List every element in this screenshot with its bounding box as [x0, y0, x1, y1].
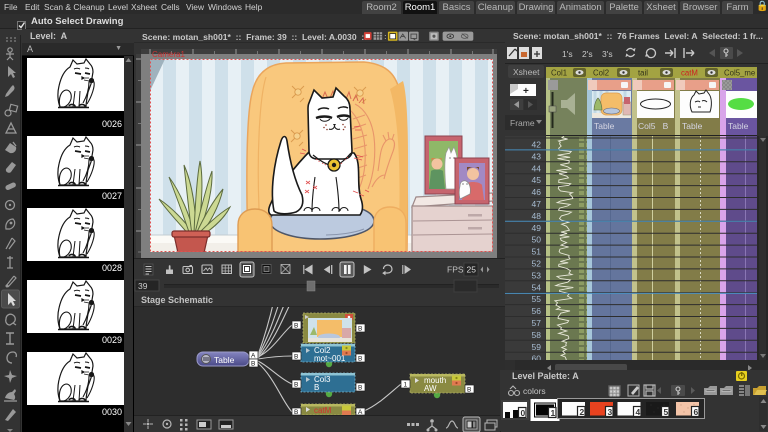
- svg-text:58: 58: [532, 330, 542, 340]
- svg-text:B: B: [358, 326, 362, 333]
- svg-text:tail: tail: [638, 69, 648, 78]
- svg-text:44: 44: [532, 163, 542, 173]
- svg-text:mot~001: mot~001: [314, 354, 346, 363]
- svg-text:2's: 2's: [582, 49, 593, 59]
- svg-text:6: 6: [694, 407, 699, 417]
- svg-text:B: B: [314, 383, 319, 392]
- svg-text:46: 46: [532, 187, 542, 197]
- svg-text:2: 2: [580, 407, 585, 417]
- svg-text:B: B: [467, 387, 471, 394]
- svg-text:55: 55: [532, 294, 542, 304]
- svg-text:Table: Table: [728, 121, 749, 131]
- svg-text:Table: Table: [214, 355, 235, 365]
- svg-text:B: B: [294, 354, 298, 361]
- svg-text:4: 4: [636, 407, 641, 417]
- svg-text:1's: 1's: [562, 49, 573, 59]
- svg-text:42: 42: [532, 140, 542, 150]
- svg-text:1: 1: [551, 408, 556, 418]
- svg-text:Col2: Col2: [593, 69, 609, 78]
- svg-text:54: 54: [532, 282, 542, 292]
- svg-text:48: 48: [532, 211, 542, 221]
- svg-text:B: B: [251, 361, 255, 368]
- svg-text:56: 56: [532, 306, 542, 316]
- svg-text:3's: 3's: [602, 49, 613, 59]
- svg-text:47: 47: [532, 199, 542, 209]
- svg-text:B: B: [358, 385, 362, 392]
- svg-text:3: 3: [608, 407, 613, 417]
- svg-text:AW: AW: [424, 384, 437, 393]
- svg-text:catM: catM: [314, 406, 332, 415]
- svg-text:Col5_me: Col5_me: [724, 69, 755, 78]
- svg-text:50: 50: [532, 235, 542, 245]
- svg-text:Table: Table: [594, 121, 615, 131]
- svg-text:A: A: [251, 353, 256, 360]
- svg-text:51: 51: [532, 247, 542, 257]
- svg-text:+: +: [523, 86, 529, 97]
- svg-text:Frame: Frame: [510, 118, 535, 128]
- svg-text:52: 52: [532, 259, 542, 269]
- svg-text:FPS: FPS: [447, 265, 464, 275]
- svg-text:45: 45: [532, 175, 542, 185]
- svg-text:25: 25: [467, 265, 477, 275]
- svg-text:Xsheet: Xsheet: [513, 67, 540, 77]
- svg-text:5: 5: [664, 407, 669, 417]
- svg-text:B: B: [294, 323, 298, 330]
- svg-text:49: 49: [532, 223, 542, 233]
- svg-text:53: 53: [532, 270, 542, 280]
- svg-text:colors: colors: [523, 386, 546, 396]
- svg-text:B: B: [294, 382, 298, 389]
- svg-text:39: 39: [138, 281, 148, 291]
- svg-text:Table: Table: [682, 121, 703, 131]
- svg-text:Camera1: Camera1: [152, 50, 185, 59]
- svg-text:59: 59: [532, 342, 542, 352]
- svg-text:catM: catM: [681, 69, 698, 78]
- svg-text:Col5 B: Col5 B: [638, 121, 669, 131]
- svg-text:B: B: [358, 356, 362, 363]
- svg-text:1: 1: [404, 382, 408, 389]
- svg-text::: :: [384, 32, 387, 41]
- svg-text:43: 43: [532, 151, 542, 161]
- svg-text:Col1: Col1: [551, 69, 567, 78]
- svg-text:57: 57: [532, 318, 542, 328]
- svg-text:0: 0: [521, 408, 526, 418]
